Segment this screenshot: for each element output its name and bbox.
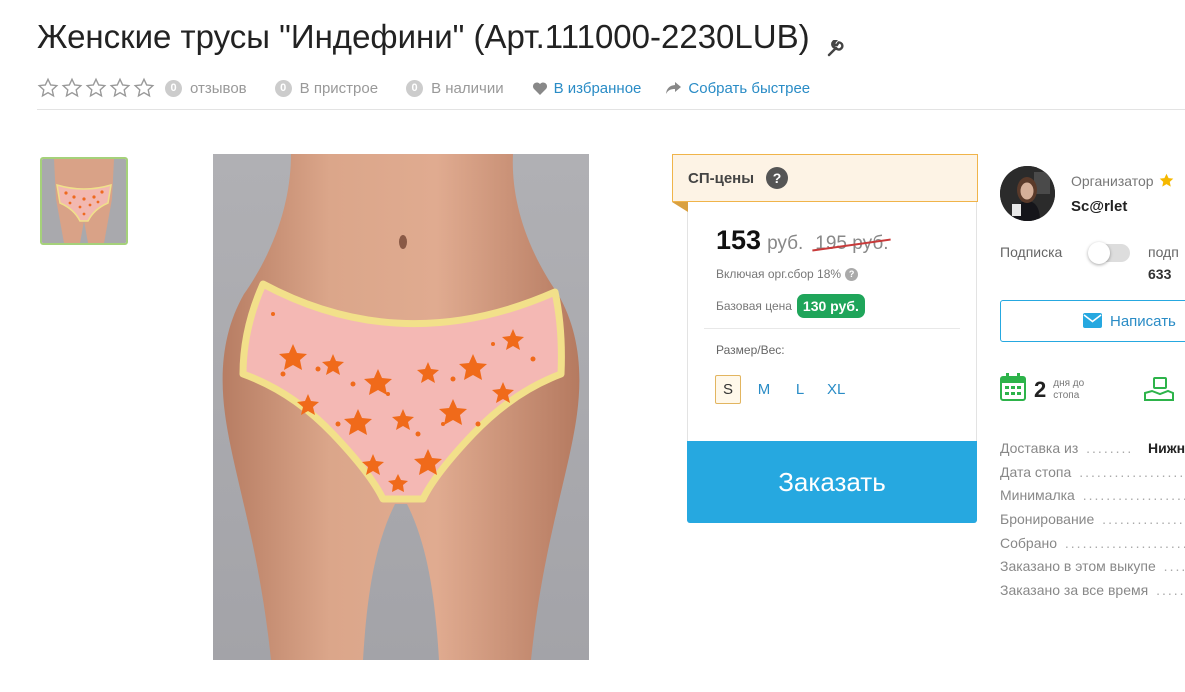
purchase-info: Доставка из ........ Нижн Дата стопа ....… — [1000, 440, 1185, 606]
info-row-dots: .............................. — [1102, 511, 1185, 528]
info-row-label: Заказано за все время — [1000, 582, 1151, 599]
base-price: Базовая цена 130 руб. — [716, 294, 865, 318]
stock-count[interactable]: 0 В наличии — [406, 79, 504, 97]
star-filled-icon — [1159, 173, 1173, 187]
info-row-ordered-this: Заказано в этом выкупе ........ — [1000, 558, 1185, 582]
star-empty-icon[interactable] — [61, 77, 83, 99]
header-divider — [37, 109, 1185, 110]
price-divider — [704, 328, 960, 329]
write-message-label: Написать — [1110, 312, 1176, 330]
reviews-count-badge: 0 — [165, 79, 182, 97]
envelope-icon — [1083, 313, 1102, 332]
info-row-value: Нижн — [1146, 440, 1185, 456]
days-caption: дня до стопа — [1053, 378, 1084, 402]
info-row-dots: ........ — [1080, 440, 1134, 456]
info-row-label: Заказано в этом выкупе — [1000, 558, 1158, 575]
heart-icon — [532, 81, 548, 96]
ribbon-fold — [672, 202, 688, 212]
sp-prices-label: СП-цены — [688, 169, 755, 187]
days-to-stop: 2 дня до стопа — [1000, 373, 1084, 406]
size-selector: S M L XL — [715, 375, 859, 404]
price-currency: руб. — [767, 233, 804, 254]
product-title-text: Женские трусы "Индефини" (Арт.111000-223… — [37, 18, 810, 55]
price-line: 153 руб. 195 руб. — [716, 225, 889, 256]
info-row-dots: .............................. — [1064, 534, 1185, 551]
info-row-dots: ........ — [1163, 558, 1185, 575]
organizer-label: Организатор — [1071, 172, 1175, 189]
subscription-label: Подписка — [1000, 244, 1063, 260]
wrench-icon[interactable] — [826, 28, 844, 57]
old-price: 195 руб. — [815, 233, 889, 254]
base-price-badge: 130 руб. — [796, 294, 865, 318]
info-row-booking: Бронирование ...........................… — [1000, 511, 1185, 535]
size-option-l[interactable]: L — [787, 375, 813, 404]
product-main-image[interactable] — [213, 154, 589, 660]
days-caption-line2: стопа — [1053, 389, 1080, 401]
info-row-dots: .............................. — [1079, 463, 1185, 480]
size-option-xl[interactable]: XL — [823, 375, 849, 404]
order-button[interactable]: Заказать — [687, 441, 977, 523]
help-icon[interactable]: ? — [766, 167, 789, 189]
sp-prices-header: СП-цены ? — [672, 154, 978, 202]
price-panel: СП-цены ? 153 руб. 195 руб. Включая орг.… — [672, 154, 978, 523]
product-thumbnail[interactable] — [40, 157, 128, 245]
meta-row: 0 отзывов 0 В пристрое 0 В наличии В изб… — [37, 76, 834, 100]
rating-stars[interactable] — [37, 77, 155, 99]
subscribers-label: подп — [1148, 244, 1179, 260]
info-row-dots: ........ — [1156, 582, 1185, 599]
reviews-count[interactable]: 0 отзывов — [165, 79, 247, 97]
share-arrow-icon — [665, 81, 682, 95]
attach-label: В пристрое — [299, 79, 379, 97]
product-title: Женские трусы "Индефини" (Арт.111000-223… — [37, 18, 844, 57]
info-row-ordered-all: Заказано за все время ........ — [1000, 582, 1185, 606]
fee-info: Включая орг.сбор 18% ? — [716, 267, 859, 281]
info-row-label: Дата стопа — [1000, 463, 1074, 480]
attach-count[interactable]: 0 В пристрое — [274, 79, 379, 97]
collect-faster-label: Собрать быстрее — [688, 79, 811, 97]
star-empty-icon[interactable] — [109, 77, 131, 99]
organizer-name[interactable]: Sc@rlet — [1071, 198, 1127, 215]
star-empty-icon[interactable] — [37, 77, 59, 99]
info-row-delivery: Доставка из ........ Нижн — [1000, 440, 1185, 464]
organizer-avatar[interactable] — [1000, 166, 1055, 221]
organizer-panel: Организатор Sc@rlet Подписка подп 633 На… — [1000, 160, 1185, 680]
days-count: 2 — [1034, 376, 1047, 402]
info-row-label: Бронирование — [1000, 511, 1097, 528]
info-row-label: Минималка — [1000, 487, 1077, 504]
organizer-label-text: Организатор — [1071, 172, 1154, 189]
favorite-label: В избранное — [553, 79, 642, 97]
size-label: Размер/Вес: — [716, 343, 785, 357]
current-price: 153 — [716, 225, 762, 255]
size-option-m[interactable]: M — [751, 375, 777, 404]
star-empty-icon[interactable] — [85, 77, 107, 99]
collect-faster-link[interactable]: Собрать быстрее — [665, 80, 810, 97]
stock-count-badge: 0 — [406, 79, 424, 97]
size-option-s[interactable]: S — [715, 375, 741, 404]
star-empty-icon[interactable] — [133, 77, 155, 99]
info-row-label: Доставка из — [1000, 440, 1081, 456]
days-caption-line1: дня до — [1053, 377, 1085, 389]
subscribers-count: 633 — [1148, 266, 1172, 282]
info-row-label: Собрано — [1000, 534, 1060, 551]
hand-money-icon — [1144, 376, 1174, 409]
fee-help-icon[interactable]: ? — [845, 267, 859, 281]
info-row-collected: Собрано .............................. — [1000, 534, 1185, 559]
subscription-toggle[interactable] — [1088, 242, 1130, 264]
write-message-button[interactable]: Написать — [1000, 300, 1185, 342]
info-row-stop-date: Дата стопа .............................… — [1000, 463, 1185, 488]
base-price-label: Базовая цена — [716, 299, 792, 313]
reviews-label: отзывов — [190, 79, 247, 97]
stock-label: В наличии — [431, 79, 504, 97]
favorite-link[interactable]: В избранное — [532, 79, 642, 97]
calendar-icon — [1000, 373, 1026, 406]
fee-text: Включая орг.сбор 18% — [716, 267, 842, 281]
info-row-dots: .............................. — [1082, 487, 1185, 504]
info-row-minimum: Минималка .............................. — [1000, 487, 1185, 511]
attach-count-badge: 0 — [274, 79, 292, 97]
toggle-knob — [1088, 242, 1110, 264]
